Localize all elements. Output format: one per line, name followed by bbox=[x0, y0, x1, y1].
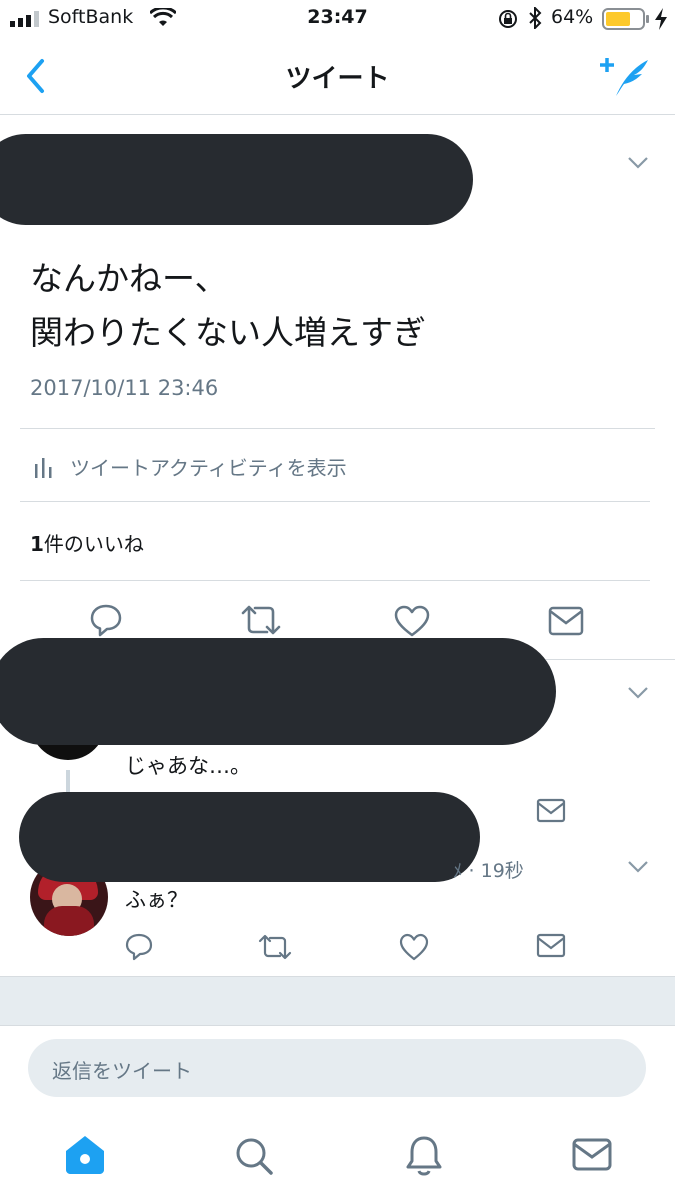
likes-label: 件のいいね bbox=[43, 532, 144, 556]
like-heart-icon[interactable] bbox=[393, 604, 431, 638]
like-heart-icon[interactable] bbox=[398, 933, 430, 961]
direct-message-icon[interactable] bbox=[536, 798, 566, 824]
page-title: ツイート bbox=[285, 64, 390, 94]
nav-bar: ツイート bbox=[0, 38, 675, 115]
redaction-bar bbox=[19, 792, 480, 882]
reply-input-placeholder: 返信をツイート bbox=[52, 1059, 192, 1083]
reply-icon[interactable] bbox=[124, 932, 154, 962]
chevron-down-icon[interactable] bbox=[627, 860, 649, 874]
reply-text: ふぁ？ bbox=[125, 888, 188, 912]
tab-bar bbox=[0, 1110, 675, 1200]
home-icon[interactable] bbox=[64, 1134, 106, 1176]
reply-text: じゃあな…。 bbox=[125, 754, 251, 778]
direct-message-icon[interactable] bbox=[536, 933, 566, 959]
retweet-icon[interactable] bbox=[258, 934, 292, 960]
section-separator bbox=[0, 976, 675, 1026]
divider bbox=[20, 428, 655, 429]
reply-icon[interactable] bbox=[88, 602, 124, 638]
likes-count: 1 bbox=[30, 532, 44, 556]
notifications-bell-icon[interactable] bbox=[404, 1134, 444, 1178]
tweet-text-line-2: 関わりたくない人増えすぎ bbox=[30, 313, 426, 352]
bar-chart-icon bbox=[35, 458, 52, 478]
reply-meta: ﾒ · 19秒 bbox=[453, 860, 524, 882]
redaction-bar bbox=[0, 638, 556, 745]
retweet-icon[interactable] bbox=[240, 604, 282, 636]
likes-count-link[interactable]: 1件のいいね bbox=[30, 528, 144, 557]
reply-input[interactable]: 返信をツイート bbox=[28, 1039, 646, 1097]
tweet-text: なんかねー、 関わりたくない人増えすぎ bbox=[30, 252, 426, 360]
chevron-down-icon[interactable] bbox=[627, 686, 649, 700]
bluetooth-icon bbox=[529, 7, 542, 29]
chevron-down-icon[interactable] bbox=[627, 156, 649, 170]
direct-message-icon[interactable] bbox=[548, 606, 584, 636]
compose-tweet-icon[interactable] bbox=[600, 56, 650, 98]
divider bbox=[20, 501, 650, 502]
thread-connector-line bbox=[66, 770, 70, 794]
battery-icon bbox=[602, 8, 649, 30]
battery-percent: 64% bbox=[551, 6, 594, 28]
tweet-activity-label[interactable]: ツイートアクティビティを表示 bbox=[70, 452, 347, 481]
orientation-lock-icon bbox=[499, 10, 517, 28]
status-bar: SoftBank 23:47 64% bbox=[0, 0, 675, 38]
messages-icon[interactable] bbox=[572, 1138, 612, 1172]
divider bbox=[20, 580, 650, 581]
redaction-bar bbox=[0, 134, 473, 225]
tweet-text-line-1: なんかねー、 bbox=[30, 259, 228, 298]
tweet-timestamp: 2017/10/11 23:46 bbox=[30, 376, 219, 400]
search-icon[interactable] bbox=[234, 1136, 274, 1176]
charging-icon bbox=[655, 8, 667, 30]
